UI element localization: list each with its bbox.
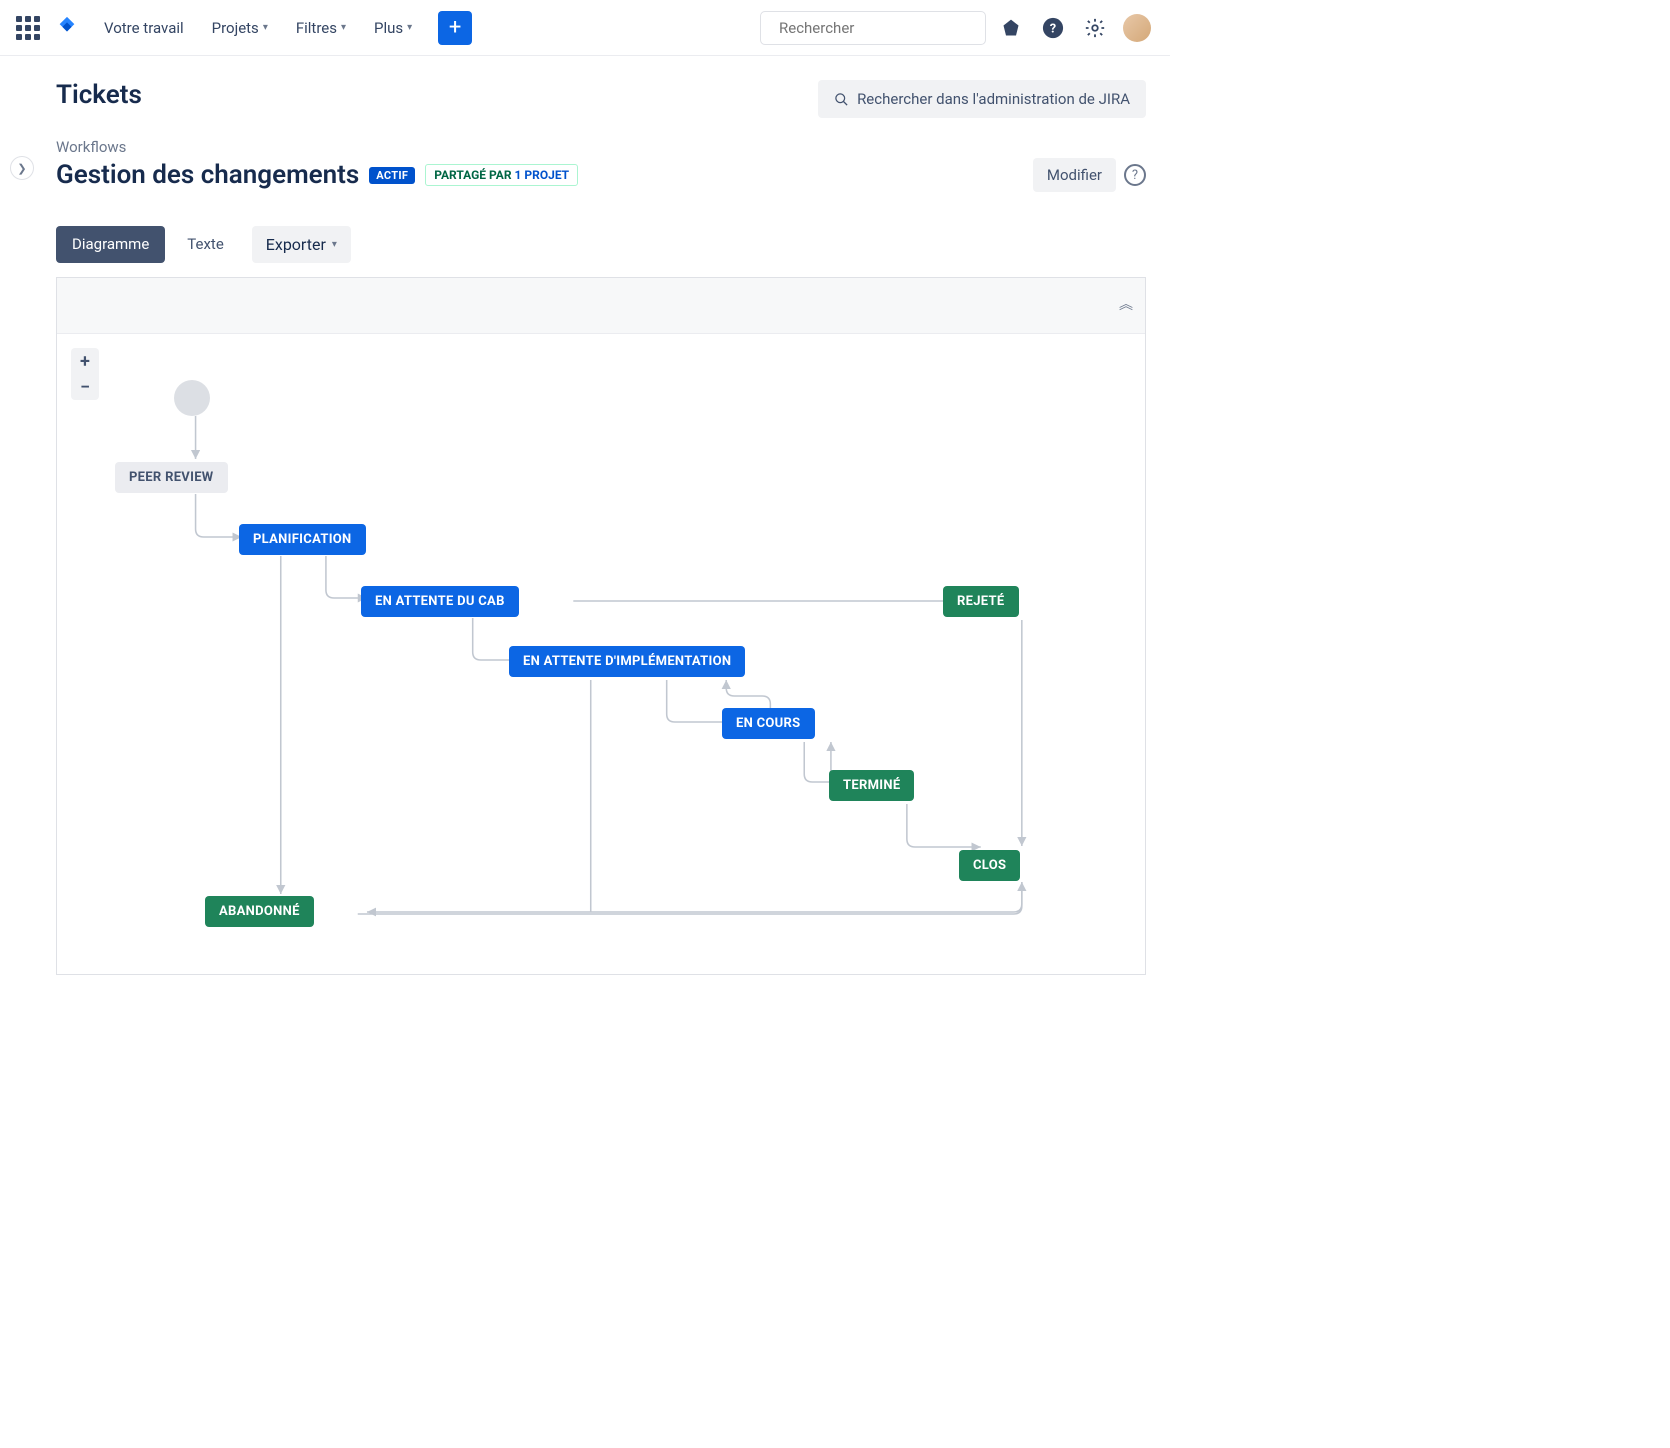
export-label: Exporter [266, 235, 326, 254]
zoom-out-button[interactable]: − [71, 374, 99, 400]
canvas-header: ︽ [57, 278, 1145, 334]
avatar[interactable] [1120, 11, 1154, 45]
status-badge-shared[interactable]: PARTAGÉ PAR 1 PROJET [425, 164, 578, 186]
create-button[interactable]: + [438, 11, 472, 45]
node-en-attente-du-cab[interactable]: EN ATTENTE DU CAB [361, 586, 519, 617]
admin-search-label: Rechercher dans l'administration de JIRA [857, 90, 1130, 108]
zoom-controls: + − [71, 348, 99, 400]
node-rejete[interactable]: REJETÉ [943, 586, 1019, 617]
nav-label: Votre travail [104, 19, 184, 37]
node-peer-review[interactable]: PEER REVIEW [115, 462, 228, 493]
chevron-down-icon: ▾ [407, 22, 412, 33]
search-input[interactable] [779, 19, 978, 37]
notifications-icon[interactable] [994, 11, 1028, 45]
status-badge-active: ACTIF [369, 167, 415, 184]
node-clos[interactable]: CLOS [959, 850, 1020, 881]
nav-label: Plus [374, 19, 403, 37]
tab-diagram[interactable]: Diagramme [56, 226, 165, 263]
node-abandonne[interactable]: ABANDONNÉ [205, 896, 314, 927]
node-planification[interactable]: PLANIFICATION [239, 524, 366, 555]
chevron-down-icon: ▾ [341, 22, 346, 33]
chevron-down-icon: ▾ [332, 239, 337, 250]
workflow-canvas[interactable]: + − [57, 334, 1145, 974]
breadcrumb[interactable]: Workflows [56, 138, 1146, 156]
badge-shared-link: 1 PROJET [515, 168, 570, 182]
search-icon [834, 92, 849, 107]
help-icon[interactable]: ? [1124, 164, 1146, 186]
zoom-in-button[interactable]: + [71, 348, 99, 374]
admin-search-button[interactable]: Rechercher dans l'administration de JIRA [818, 80, 1146, 118]
workflow-start-node[interactable] [174, 380, 210, 416]
badge-shared-prefix: PARTAGÉ PAR [434, 168, 514, 182]
nav-label: Filtres [296, 19, 337, 37]
collapse-icon[interactable]: ︽ [1119, 294, 1133, 314]
nav-projects[interactable]: Projets ▾ [202, 11, 278, 45]
workflow-canvas-container: ︽ + − [56, 277, 1146, 975]
page-title: Tickets [56, 80, 142, 110]
export-button[interactable]: Exporter ▾ [252, 226, 351, 263]
app-switcher-icon[interactable] [16, 16, 40, 40]
nav-label: Projets [212, 19, 259, 37]
settings-icon[interactable] [1078, 11, 1112, 45]
edit-button[interactable]: Modifier [1033, 158, 1116, 192]
global-search[interactable] [760, 11, 986, 45]
nav-filters[interactable]: Filtres ▾ [286, 11, 356, 45]
node-termine[interactable]: TERMINÉ [829, 770, 914, 801]
help-icon[interactable]: ? [1036, 11, 1070, 45]
nav-your-work[interactable]: Votre travail [94, 11, 194, 45]
node-en-cours[interactable]: EN COURS [722, 708, 815, 739]
nav-more[interactable]: Plus ▾ [364, 11, 422, 45]
workflow-title: Gestion des changements [56, 160, 359, 190]
jira-logo-icon[interactable] [56, 15, 78, 41]
node-en-attente-implementation[interactable]: EN ATTENTE D'IMPLÉMENTATION [509, 646, 745, 677]
sidebar-expand-icon[interactable]: ❯ [10, 156, 34, 180]
chevron-down-icon: ▾ [263, 22, 268, 33]
tab-text[interactable]: Texte [171, 226, 239, 263]
svg-text:?: ? [1050, 21, 1056, 36]
